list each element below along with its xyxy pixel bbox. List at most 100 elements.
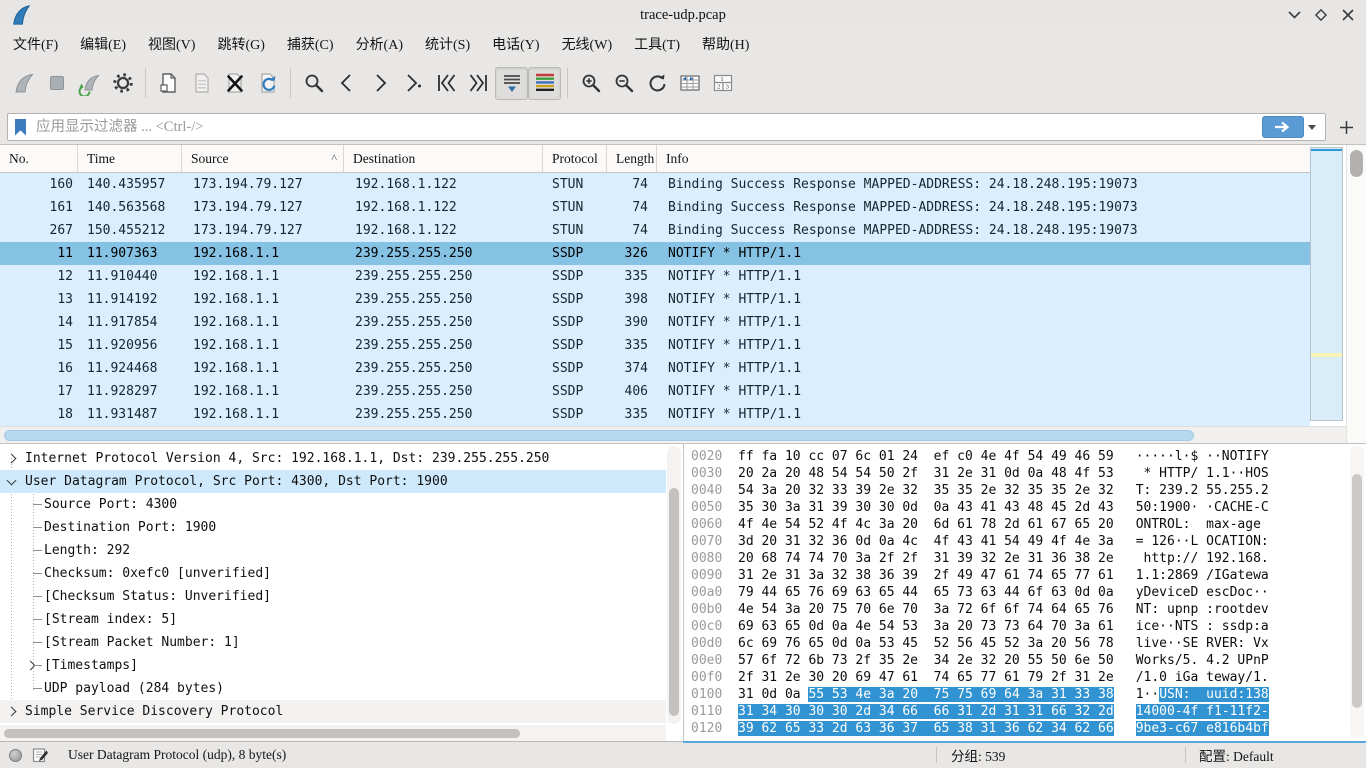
- display-filter-field[interactable]: [7, 113, 1326, 141]
- menu-item-2[interactable]: 视图(V): [137, 31, 206, 57]
- save-file-button[interactable]: [185, 67, 218, 100]
- table-row[interactable]: 161140.563568173.194.79.127192.168.1.122…: [0, 196, 1310, 219]
- capture-comment-icon[interactable]: [32, 747, 48, 763]
- column-header-dst[interactable]: Destination: [344, 145, 543, 172]
- detail-row[interactable]: [Checksum Status: Unverified]: [0, 585, 666, 608]
- display-filter-input[interactable]: [34, 118, 1262, 137]
- menu-item-6[interactable]: 统计(S): [414, 31, 481, 57]
- filter-dropdown-caret[interactable]: [1308, 125, 1316, 130]
- hex-vscroll-thumb[interactable]: [1352, 474, 1362, 708]
- table-row[interactable]: 160140.435957173.194.79.127192.168.1.122…: [0, 173, 1310, 196]
- detail-row[interactable]: UDP payload (284 bytes): [0, 677, 666, 700]
- table-row[interactable]: 1611.924468192.168.1.1239.255.255.250SSD…: [0, 357, 1310, 380]
- table-row[interactable]: 1411.917854192.168.1.1239.255.255.250SSD…: [0, 311, 1310, 334]
- menu-item-1[interactable]: 编辑(E): [69, 31, 137, 57]
- column-header-src[interactable]: Source^: [182, 145, 344, 172]
- table-row[interactable]: 1711.928297192.168.1.1239.255.255.250SSD…: [0, 380, 1310, 403]
- hex-row[interactable]: 003020 2a 20 48 54 54 50 2f 31 2e 31 0d …: [684, 465, 1269, 482]
- column-header-no[interactable]: No.: [0, 145, 78, 172]
- table-row[interactable]: 1111.907363192.168.1.1239.255.255.250SSD…: [0, 242, 1310, 265]
- restart-capture-button[interactable]: [73, 67, 106, 100]
- menu-item-7[interactable]: 电话(Y): [481, 31, 550, 57]
- find-packet-button[interactable]: [297, 67, 330, 100]
- detail-row[interactable]: [Stream index: 5]: [0, 608, 666, 631]
- detail-row[interactable]: Simple Service Discovery Protocol: [0, 700, 666, 723]
- hex-row[interactable]: 00c069 63 65 0d 0a 4e 54 53 3a 20 73 73 …: [684, 618, 1269, 635]
- menu-item-5[interactable]: 分析(A): [345, 31, 414, 57]
- hex-row[interactable]: 00d06c 69 76 65 0d 0a 53 45 52 56 45 52 …: [684, 635, 1269, 652]
- hex-row[interactable]: 00604f 4e 54 52 4f 4c 3a 20 6d 61 78 2d …: [684, 516, 1269, 533]
- detail-row[interactable]: Checksum: 0xefc0 [unverified]: [0, 562, 666, 585]
- menu-item-10[interactable]: 帮助(H): [691, 31, 760, 57]
- table-row[interactable]: 1811.931487192.168.1.1239.255.255.250SSD…: [0, 403, 1310, 426]
- menu-item-8[interactable]: 无线(W): [551, 31, 624, 57]
- hex-row[interactable]: 00f02f 31 2e 30 20 69 47 61 74 65 77 61 …: [684, 669, 1269, 686]
- expert-info-button[interactable]: [9, 749, 22, 762]
- filter-bookmark-icon[interactable]: [15, 119, 26, 136]
- expander-icon[interactable]: [7, 454, 17, 464]
- table-row[interactable]: 1311.914192192.168.1.1239.255.255.250SSD…: [0, 288, 1310, 311]
- details-hscroll-thumb[interactable]: [4, 729, 520, 738]
- add-filter-button[interactable]: [1333, 114, 1359, 140]
- go-forward-button[interactable]: [363, 67, 396, 100]
- packet-list-hscroll-thumb[interactable]: [4, 430, 1194, 441]
- resize-columns-button[interactable]: [673, 67, 706, 100]
- detail-row[interactable]: Source Port: 4300: [0, 493, 666, 516]
- stop-capture-button[interactable]: [40, 67, 73, 100]
- column-header-proto[interactable]: Protocol: [543, 145, 607, 172]
- hex-row[interactable]: 005035 30 3a 31 39 30 30 0d 0a 43 41 43 …: [684, 499, 1269, 516]
- capture-options-button[interactable]: [106, 67, 139, 100]
- menu-item-4[interactable]: 捕获(C): [276, 31, 345, 57]
- hex-row[interactable]: 012039 62 65 33 2d 63 36 37 65 38 31 36 …: [684, 720, 1269, 737]
- zoom-in-button[interactable]: [574, 67, 607, 100]
- hex-row[interactable]: 009031 2e 31 3a 32 38 36 39 2f 49 47 61 …: [684, 567, 1269, 584]
- hex-row[interactable]: 011031 34 30 30 30 2d 34 66 66 31 2d 31 …: [684, 703, 1269, 720]
- minimize-button[interactable]: [1284, 5, 1304, 25]
- hex-row[interactable]: 00e057 6f 72 6b 73 2f 35 2e 34 2e 32 20 …: [684, 652, 1269, 669]
- packet-list-minimap[interactable]: [1310, 147, 1343, 421]
- hex-row[interactable]: 00b04e 54 3a 20 75 70 6e 70 3a 72 6f 6f …: [684, 601, 1269, 618]
- table-row[interactable]: 267150.455212173.194.79.127192.168.1.122…: [0, 219, 1310, 242]
- detail-row[interactable]: [Timestamps]: [0, 654, 666, 677]
- details-vscroll-thumb[interactable]: [669, 488, 679, 716]
- expander-icon[interactable]: [7, 476, 17, 486]
- status-profile[interactable]: 配置: Default: [1199, 745, 1274, 765]
- zoom-out-button[interactable]: [607, 67, 640, 100]
- column-header-info[interactable]: Info: [657, 145, 1310, 172]
- detail-row[interactable]: [Stream Packet Number: 1]: [0, 631, 666, 654]
- hex-row[interactable]: 0020ff fa 10 cc 07 6c 01 24 ef c0 4e 4f …: [684, 448, 1269, 465]
- last-packet-button[interactable]: [462, 67, 495, 100]
- zoom-reset-button[interactable]: [640, 67, 673, 100]
- colorize-button[interactable]: [528, 67, 561, 100]
- hex-row[interactable]: 008020 68 74 74 70 3a 2f 2f 31 39 32 2e …: [684, 550, 1269, 567]
- menu-item-0[interactable]: 文件(F): [2, 31, 69, 57]
- apply-filter-button[interactable]: [1262, 116, 1304, 138]
- reload-file-button[interactable]: [251, 67, 284, 100]
- open-file-button[interactable]: [152, 67, 185, 100]
- detail-row[interactable]: Length: 292: [0, 539, 666, 562]
- table-row[interactable]: 1511.920956192.168.1.1239.255.255.250SSD…: [0, 334, 1310, 357]
- column-header-time[interactable]: Time: [78, 145, 182, 172]
- start-capture-button[interactable]: [7, 67, 40, 100]
- maximize-button[interactable]: [1311, 5, 1331, 25]
- column-header-len[interactable]: Length: [607, 145, 657, 172]
- go-back-button[interactable]: [330, 67, 363, 100]
- hex-row[interactable]: 004054 3a 20 32 33 39 2e 32 35 35 2e 32 …: [684, 482, 1269, 499]
- hex-row[interactable]: 00703d 20 31 32 36 0d 0a 4c 4f 43 41 54 …: [684, 533, 1269, 550]
- detail-row[interactable]: Destination Port: 1900: [0, 516, 666, 539]
- detail-row[interactable]: Internet Protocol Version 4, Src: 192.16…: [0, 447, 666, 470]
- menu-item-9[interactable]: 工具(T): [623, 31, 691, 57]
- layout-button[interactable]: 1 2 3: [706, 67, 739, 100]
- expander-icon[interactable]: [7, 707, 17, 717]
- table-row[interactable]: 1211.910440192.168.1.1239.255.255.250SSD…: [0, 265, 1310, 288]
- detail-row[interactable]: User Datagram Protocol, Src Port: 4300, …: [0, 470, 666, 493]
- hex-row[interactable]: 00a079 44 65 76 69 63 65 44 65 73 63 44 …: [684, 584, 1269, 601]
- close-button[interactable]: [1338, 5, 1358, 25]
- auto-scroll-button[interactable]: [495, 67, 528, 100]
- first-packet-button[interactable]: [429, 67, 462, 100]
- close-file-button[interactable]: [218, 67, 251, 100]
- hex-row[interactable]: 010031 0d 0a 55 53 4e 3a 20 75 75 69 64 …: [684, 686, 1269, 703]
- packet-list-vscroll-thumb[interactable]: [1350, 150, 1363, 177]
- go-to-packet-button[interactable]: [396, 67, 429, 100]
- menu-item-3[interactable]: 跳转(G): [206, 31, 275, 57]
